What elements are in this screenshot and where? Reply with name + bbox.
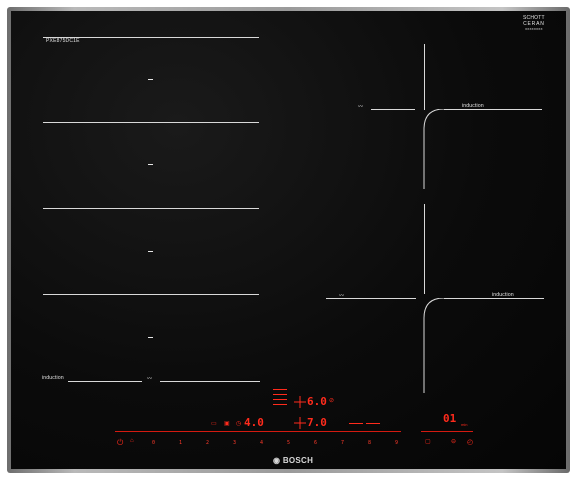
scale-9[interactable]: 9 <box>395 440 398 446</box>
zone-marker-2 <box>148 164 153 165</box>
timer-unit: min <box>461 422 468 427</box>
wave-icon-a[interactable] <box>349 423 363 424</box>
scale-2[interactable]: 2 <box>206 440 209 446</box>
zone-marker-3 <box>148 251 153 252</box>
scale-1[interactable]: 1 <box>179 440 182 446</box>
function-icon-b[interactable]: ▣ <box>224 420 230 427</box>
zone-indicator-mid <box>294 417 306 429</box>
zone-divider-4 <box>43 294 259 295</box>
scale-8[interactable]: 8 <box>368 440 371 446</box>
power-level-top: 6.0 <box>307 395 327 408</box>
right-top-vertical-upper <box>424 44 425 110</box>
power-level-mid: 4.0 <box>244 416 264 429</box>
bosch-emblem-icon: ◉ <box>273 456 281 465</box>
zone-icon-left: 〰 <box>147 376 153 382</box>
right-top-line-right <box>444 109 542 110</box>
scale-3[interactable]: 3 <box>233 440 236 446</box>
bosch-logo: ◉ BOSCH <box>273 456 314 465</box>
timer-display: 01 <box>443 412 457 425</box>
minus-icon[interactable]: ⊖ <box>451 438 456 445</box>
power-icon[interactable]: ⏻ <box>117 438 123 448</box>
schott-logo: SCHOTT CERAN XXXXXXXX <box>523 15 545 31</box>
zone-divider-2 <box>43 122 259 123</box>
wave-icon-b[interactable] <box>366 423 380 424</box>
powerboost-icon[interactable]: ▢ <box>425 438 431 445</box>
boost-icon-top[interactable]: ⊘ <box>329 397 334 404</box>
left-bottom-line-a <box>68 381 142 382</box>
scale-0[interactable]: 0 <box>152 440 155 446</box>
right-zone-curve-bottom <box>423 298 445 393</box>
glass-surface: PXE875DC1E induction 〰 〰 induction 〰 ind… <box>11 11 566 469</box>
child-lock-icon[interactable]: ⌂ <box>130 438 134 444</box>
right-bottom-induction-label: induction <box>492 292 514 298</box>
right-bottom-line-right <box>444 298 544 299</box>
zone-divider-1 <box>43 37 259 38</box>
power-level-right: 7.0 <box>307 416 327 429</box>
left-induction-label: induction <box>42 375 64 381</box>
zone-icon-right-top: 〰 <box>358 104 364 110</box>
right-bottom-line-left <box>326 298 416 299</box>
scale-7[interactable]: 7 <box>341 440 344 446</box>
zone-select-top[interactable] <box>273 389 287 405</box>
clock-icon[interactable]: ◴ <box>467 438 473 446</box>
right-top-induction-label: induction <box>462 103 484 109</box>
model-label: PXE875DC1E <box>46 38 80 44</box>
scale-5[interactable]: 5 <box>287 440 290 446</box>
zone-divider-3 <box>43 208 259 209</box>
zone-indicator-top <box>294 396 306 408</box>
left-bottom-line-b <box>160 381 260 382</box>
zone-marker-4 <box>148 337 153 338</box>
scale-6[interactable]: 6 <box>314 440 317 446</box>
timer-icon[interactable]: ◷ <box>236 420 241 427</box>
scale-4[interactable]: 4 <box>260 440 263 446</box>
zone-marker-1 <box>148 79 153 80</box>
function-icon-a[interactable]: ▭ <box>211 420 217 427</box>
slider-bar[interactable] <box>115 431 401 432</box>
slider-bar-right[interactable] <box>421 431 473 432</box>
right-mid-vertical <box>424 204 425 294</box>
right-top-line-left <box>371 109 415 110</box>
